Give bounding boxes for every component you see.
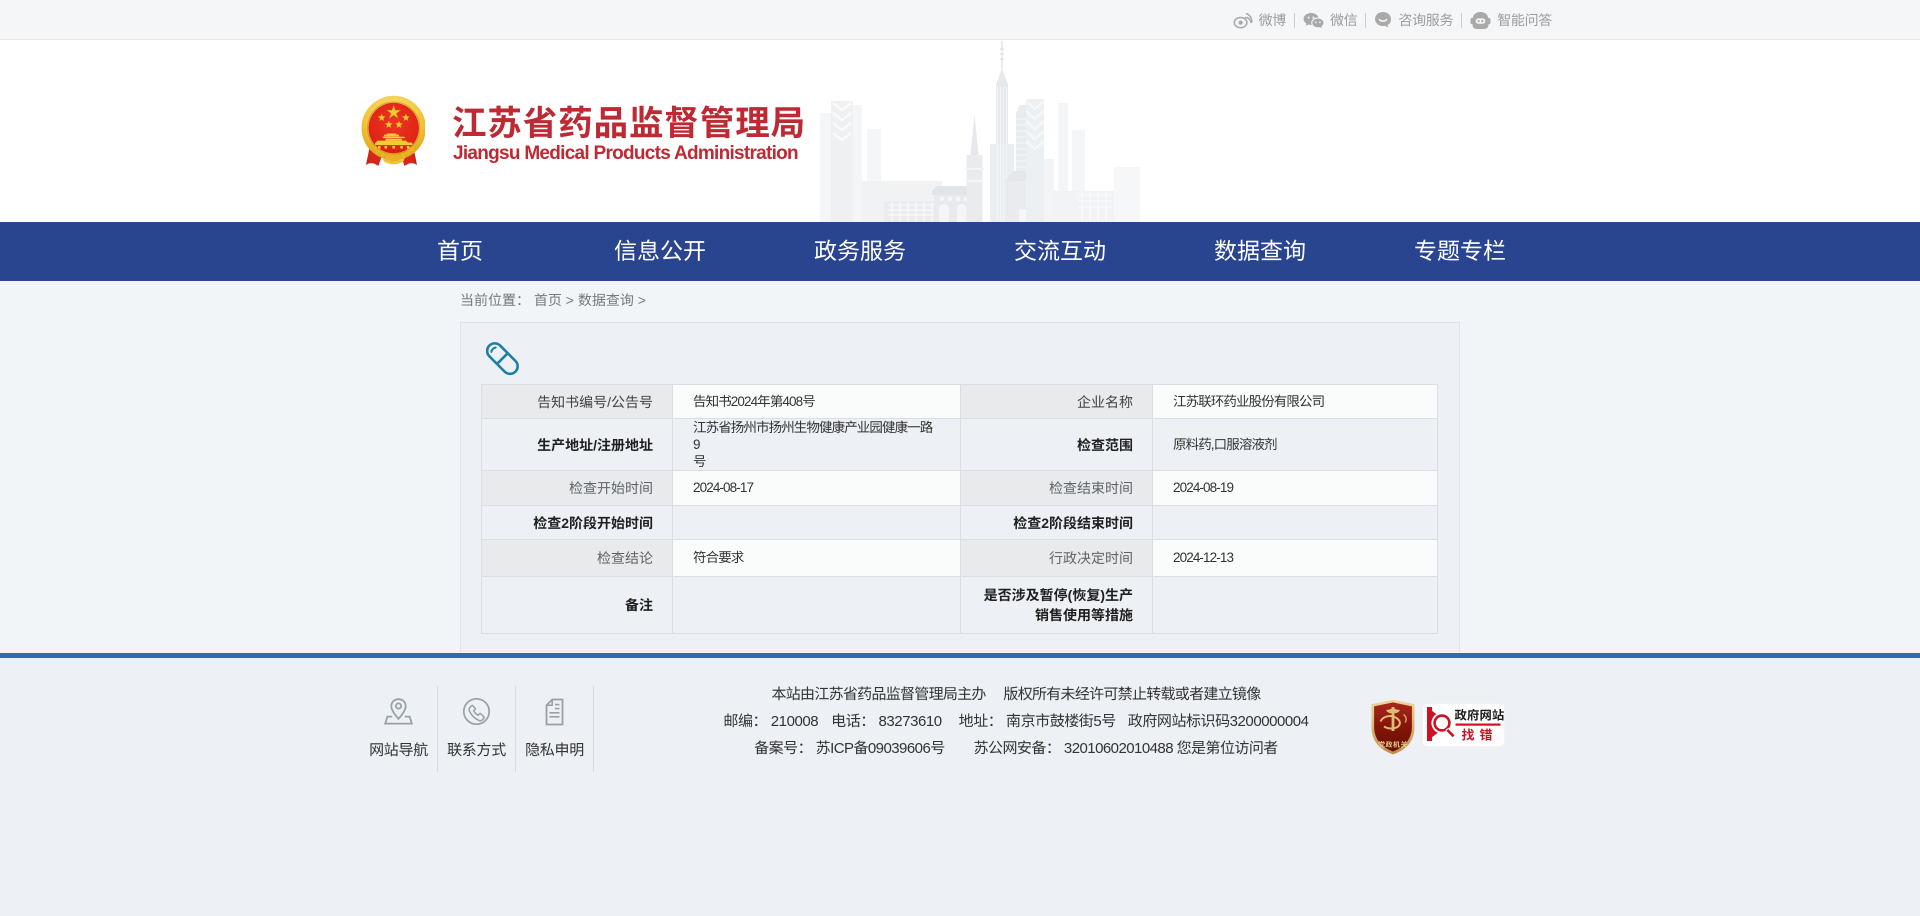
svg-text:政府网站: 政府网站 xyxy=(1455,706,1505,724)
svg-text:找错: 找错 xyxy=(1461,725,1497,744)
svg-text:党政机关: 党政机关 xyxy=(1378,740,1408,750)
